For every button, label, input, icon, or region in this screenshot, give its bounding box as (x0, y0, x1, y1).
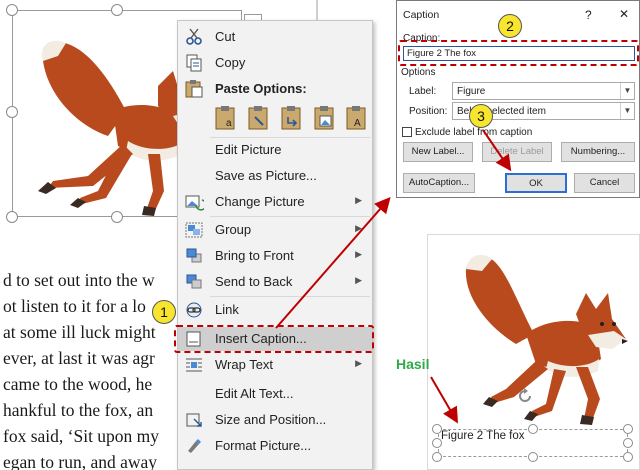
annotation-arrows (275, 129, 512, 424)
